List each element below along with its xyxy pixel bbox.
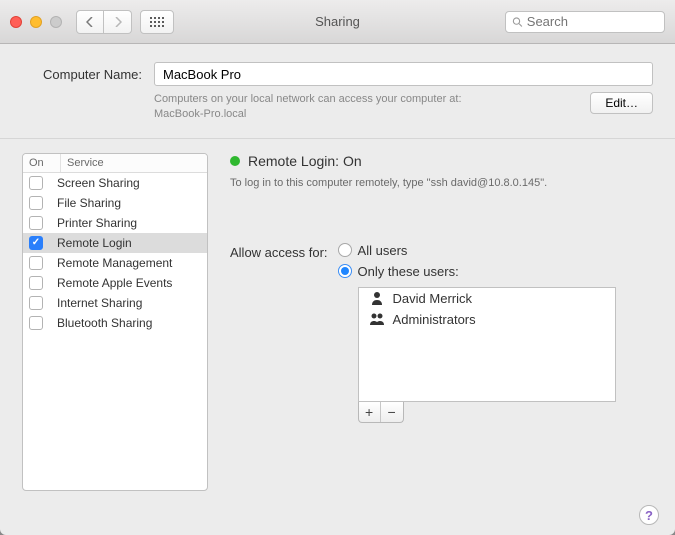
service-label: Screen Sharing <box>57 176 140 190</box>
service-label: Remote Apple Events <box>57 276 172 290</box>
computer-name-hint: Computers on your local network can acce… <box>154 92 576 122</box>
footer: ? <box>0 501 675 535</box>
service-row[interactable]: File Sharing <box>23 193 207 213</box>
content: Computer Name: Computers on your local n… <box>0 44 675 501</box>
user-name: Administrators <box>393 312 476 327</box>
show-all-button[interactable] <box>140 10 174 34</box>
radio-icon <box>338 264 352 278</box>
service-checkbox[interactable] <box>29 236 43 250</box>
ssh-hint: To log in to this computer remotely, typ… <box>230 177 653 189</box>
access-section: Allow access for: All users Only these us… <box>230 243 653 423</box>
service-checkbox[interactable] <box>29 256 43 270</box>
service-checkbox[interactable] <box>29 276 43 290</box>
access-label: Allow access for: <box>230 243 328 260</box>
header-on: On <box>23 154 61 172</box>
forward-button[interactable] <box>104 10 132 34</box>
search-icon <box>512 16 523 28</box>
nav-buttons <box>76 10 132 34</box>
edit-hostname-button[interactable]: Edit… <box>590 92 653 114</box>
service-checkbox[interactable] <box>29 216 43 230</box>
service-row[interactable]: Screen Sharing <box>23 173 207 193</box>
minimize-window-button[interactable] <box>30 16 42 28</box>
users-list[interactable]: David Merrick Administrators <box>358 287 616 402</box>
service-row[interactable]: Remote Login <box>23 233 207 253</box>
service-checkbox[interactable] <box>29 176 43 190</box>
radio-label: All users <box>358 243 408 258</box>
access-radio[interactable]: All users <box>338 243 616 258</box>
service-label: Remote Management <box>57 256 172 270</box>
radio-label: Only these users: <box>358 264 459 279</box>
zoom-window-button[interactable] <box>50 16 62 28</box>
status-text: Remote Login: On <box>248 153 362 169</box>
user-icon <box>369 291 385 305</box>
service-detail: Remote Login: On To log in to this compu… <box>230 153 653 491</box>
services-header: On Service <box>23 154 207 173</box>
access-radio[interactable]: Only these users: <box>338 264 616 279</box>
search-input[interactable] <box>527 14 658 29</box>
service-checkbox[interactable] <box>29 316 43 330</box>
status-indicator-icon <box>230 156 240 166</box>
back-button[interactable] <box>76 10 104 34</box>
service-label: Printer Sharing <box>57 216 137 230</box>
titlebar: Sharing <box>0 0 675 44</box>
service-checkbox[interactable] <box>29 196 43 210</box>
radio-icon <box>338 243 352 257</box>
service-label: Bluetooth Sharing <box>57 316 152 330</box>
grid-icon <box>150 17 164 27</box>
service-row[interactable]: Remote Apple Events <box>23 273 207 293</box>
user-row[interactable]: Administrators <box>359 309 615 330</box>
service-label: Internet Sharing <box>57 296 142 310</box>
service-row[interactable]: Bluetooth Sharing <box>23 313 207 333</box>
service-label: File Sharing <box>57 196 121 210</box>
main-area: On Service Screen Sharing File Sharing Pri… <box>22 139 653 491</box>
service-checkbox[interactable] <box>29 296 43 310</box>
computer-name-row: Computer Name: <box>22 62 653 86</box>
service-row[interactable]: Remote Management <box>23 253 207 273</box>
preferences-window: Sharing Computer Name: Computers on your… <box>0 0 675 535</box>
close-window-button[interactable] <box>10 16 22 28</box>
service-row[interactable]: Internet Sharing <box>23 293 207 313</box>
header-service: Service <box>61 154 110 172</box>
group-icon <box>369 312 385 326</box>
computer-name-input[interactable] <box>154 62 653 86</box>
window-controls <box>10 16 62 28</box>
add-remove-controls: + − <box>358 402 404 423</box>
services-list: On Service Screen Sharing File Sharing Pri… <box>22 153 208 491</box>
status-line: Remote Login: On <box>230 153 653 169</box>
add-user-button[interactable]: + <box>359 402 381 422</box>
help-button[interactable]: ? <box>639 505 659 525</box>
user-name: David Merrick <box>393 291 472 306</box>
service-label: Remote Login <box>57 236 132 250</box>
user-row[interactable]: David Merrick <box>359 288 615 309</box>
service-row[interactable]: Printer Sharing <box>23 213 207 233</box>
remove-user-button[interactable]: − <box>381 402 403 422</box>
search-field[interactable] <box>505 11 665 33</box>
computer-name-label: Computer Name: <box>22 67 142 82</box>
